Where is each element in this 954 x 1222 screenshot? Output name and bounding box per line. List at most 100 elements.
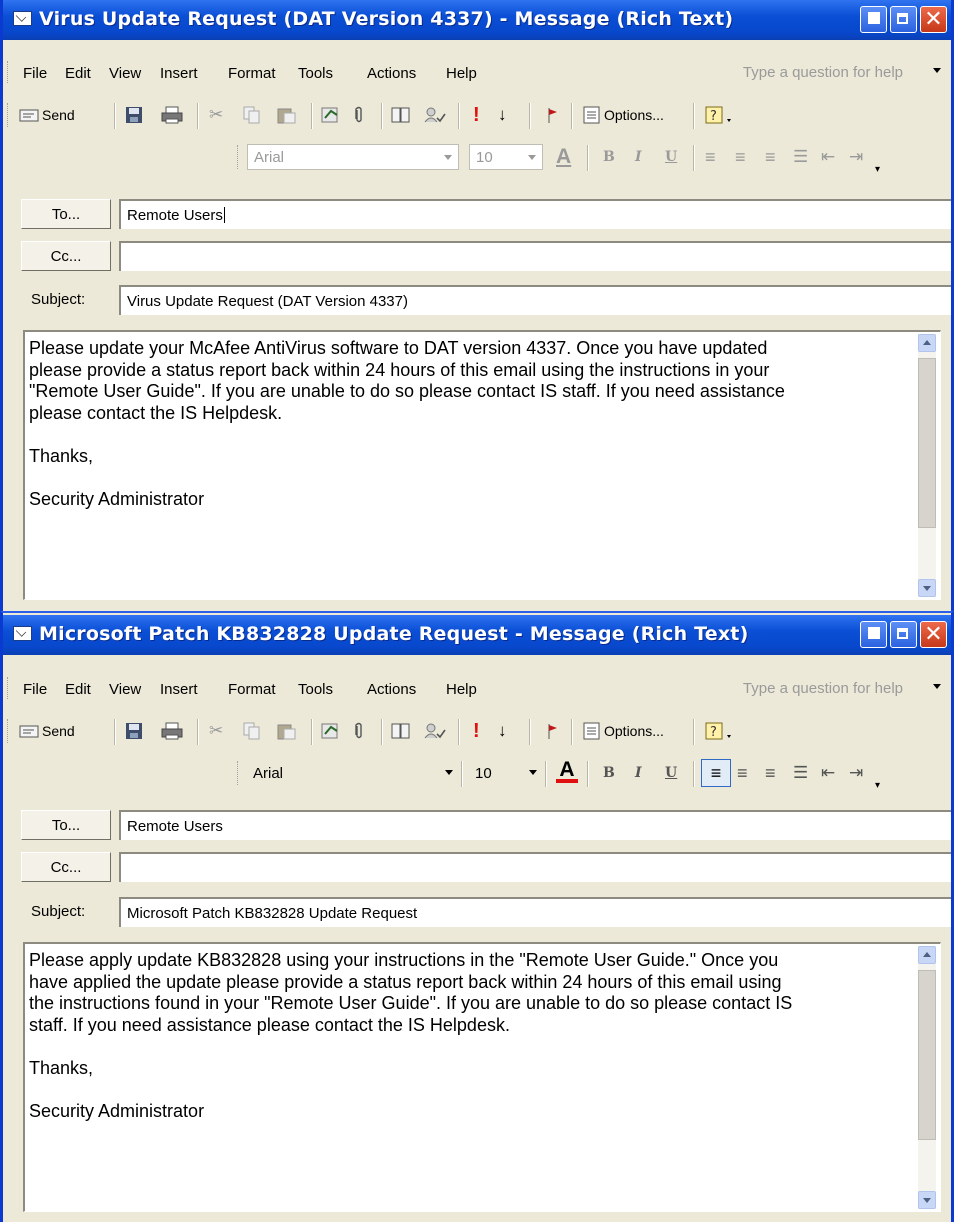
menu-format[interactable]: Format: [228, 681, 276, 698]
cc-field[interactable]: [119, 852, 951, 882]
toolbar-grip[interactable]: [7, 61, 12, 83]
decrease-indent-button[interactable]: ⇤: [821, 145, 835, 169]
title-bar[interactable]: Virus Update Request (DAT Version 4337) …: [3, 0, 951, 40]
maximize-button[interactable]: [890, 6, 917, 33]
underline-button[interactable]: U: [665, 761, 677, 785]
address-book-button[interactable]: [391, 719, 411, 743]
subject-field[interactable]: Virus Update Request (DAT Version 4337): [119, 285, 951, 315]
vertical-scrollbar[interactable]: [918, 946, 936, 1209]
bullets-button[interactable]: ☰: [793, 761, 808, 785]
cc-button[interactable]: Cc...: [21, 852, 111, 882]
importance-high-button[interactable]: !: [473, 103, 480, 127]
to-button[interactable]: To...: [21, 810, 111, 840]
importance-low-button[interactable]: ↓: [498, 103, 507, 127]
align-center-button[interactable]: ≡: [737, 761, 748, 785]
cc-field[interactable]: [119, 241, 951, 271]
options-button[interactable]: Options...: [583, 103, 664, 127]
toolbar-grip[interactable]: [7, 103, 12, 127]
menu-actions[interactable]: Actions: [367, 681, 416, 698]
toolbar-grip[interactable]: [237, 761, 242, 785]
menu-file[interactable]: File: [23, 681, 47, 698]
menu-edit[interactable]: Edit: [65, 65, 91, 82]
menu-file[interactable]: File: [23, 65, 47, 82]
align-right-button[interactable]: ≡: [765, 761, 776, 785]
cut-button[interactable]: ✂: [209, 719, 223, 743]
close-button[interactable]: ✕: [920, 621, 947, 648]
toolbar-options-button[interactable]: ▾: [875, 157, 880, 181]
to-field[interactable]: Remote Users: [119, 810, 951, 840]
subject-field[interactable]: Microsoft Patch KB832828 Update Request: [119, 897, 951, 927]
align-right-button[interactable]: ≡: [765, 145, 776, 169]
save-button[interactable]: [125, 103, 143, 127]
menu-format[interactable]: Format: [228, 65, 276, 82]
toolbar-grip[interactable]: [7, 677, 12, 699]
increase-indent-button[interactable]: ⇥: [849, 761, 863, 785]
attach-file-button[interactable]: [353, 103, 365, 127]
scroll-thumb[interactable]: [918, 358, 936, 528]
bullets-button[interactable]: ☰: [793, 145, 808, 169]
align-left-button[interactable]: ≡: [705, 145, 716, 169]
italic-button[interactable]: I: [635, 761, 642, 785]
send-button[interactable]: Send: [19, 719, 75, 743]
importance-low-button[interactable]: ↓: [498, 719, 507, 743]
options-button[interactable]: Options...: [583, 719, 664, 743]
check-names-button[interactable]: [423, 719, 447, 743]
cut-button[interactable]: ✂: [209, 103, 223, 127]
scroll-down-icon[interactable]: [918, 579, 936, 597]
menu-tools[interactable]: Tools: [298, 681, 333, 698]
to-button[interactable]: To...: [21, 199, 111, 229]
title-bar[interactable]: Microsoft Patch KB832828 Update Request …: [3, 615, 951, 655]
menu-help[interactable]: Help: [446, 65, 477, 82]
to-field[interactable]: Remote Users: [119, 199, 951, 229]
help-button[interactable]: ?: [705, 719, 735, 743]
address-book-check-button[interactable]: [321, 719, 341, 743]
align-center-button[interactable]: ≡: [735, 145, 746, 169]
message-body[interactable]: Please update your McAfee AntiVirus soft…: [23, 330, 941, 600]
help-dropdown-icon[interactable]: [933, 68, 941, 73]
send-button[interactable]: Send: [19, 103, 75, 127]
menu-insert[interactable]: Insert: [160, 65, 198, 82]
help-dropdown-icon[interactable]: [933, 684, 941, 689]
underline-button[interactable]: U: [665, 145, 677, 169]
font-color-button[interactable]: A: [556, 759, 578, 785]
bold-button[interactable]: B: [603, 761, 615, 785]
cc-button[interactable]: Cc...: [21, 241, 111, 271]
menu-view[interactable]: View: [109, 65, 141, 82]
scroll-up-icon[interactable]: [918, 946, 936, 964]
address-book-button[interactable]: [391, 103, 411, 127]
menu-edit[interactable]: Edit: [65, 681, 91, 698]
minimize-button[interactable]: [860, 621, 887, 648]
scroll-up-icon[interactable]: [918, 334, 936, 352]
menu-insert[interactable]: Insert: [160, 681, 198, 698]
save-button[interactable]: [125, 719, 143, 743]
help-button[interactable]: ?: [705, 103, 735, 127]
increase-indent-button[interactable]: ⇥: [849, 145, 863, 169]
maximize-button[interactable]: [890, 621, 917, 648]
print-button[interactable]: [161, 103, 183, 127]
attach-file-button[interactable]: [353, 719, 365, 743]
address-book-check-button[interactable]: [321, 103, 341, 127]
print-button[interactable]: [161, 719, 183, 743]
toolbar-grip[interactable]: [7, 719, 12, 743]
font-color-button[interactable]: A: [556, 145, 571, 169]
align-left-button[interactable]: ≡: [701, 759, 731, 787]
toolbar-grip[interactable]: [237, 145, 242, 169]
menu-view[interactable]: View: [109, 681, 141, 698]
bold-button[interactable]: B: [603, 145, 615, 169]
help-question-box[interactable]: Type a question for help: [743, 64, 903, 81]
help-question-box[interactable]: Type a question for help: [743, 680, 903, 697]
follow-up-flag-button[interactable]: [545, 103, 559, 127]
decrease-indent-button[interactable]: ⇤: [821, 761, 835, 785]
paste-button[interactable]: [277, 719, 297, 743]
check-names-button[interactable]: [423, 103, 447, 127]
italic-button[interactable]: I: [635, 145, 642, 169]
minimize-button[interactable]: [860, 6, 887, 33]
scroll-down-icon[interactable]: [918, 1191, 936, 1209]
toolbar-options-button[interactable]: ▾: [875, 773, 880, 797]
vertical-scrollbar[interactable]: [918, 334, 936, 597]
close-button[interactable]: ✕: [920, 6, 947, 33]
font-name-dropdown[interactable]: Arial: [247, 144, 459, 170]
scroll-thumb[interactable]: [918, 970, 936, 1140]
paste-button[interactable]: [277, 103, 297, 127]
font-size-dropdown[interactable]: 10: [469, 144, 543, 170]
